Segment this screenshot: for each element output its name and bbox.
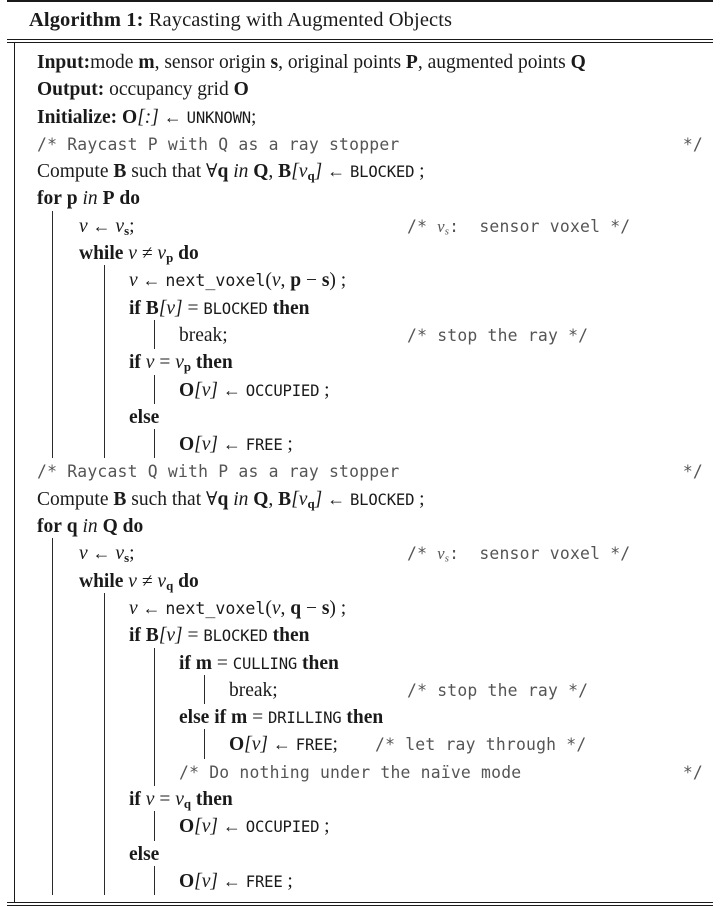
initialize-label: Initialize: — [37, 106, 118, 128]
input-label: Input: — [37, 52, 91, 73]
for-q-line: for q in Q do — [37, 516, 144, 538]
algorithm-title: Raycasting with Augmented Objects — [148, 9, 453, 31]
set-occupied-q-line: O[v] ← OCCUPIED ; — [7, 811, 713, 841]
comment-raycast-p-line: /* Raycast P with Q as a ray stopper */ — [7, 131, 713, 158]
init-semicolon: ; — [250, 106, 257, 128]
input-line: Input:mode m, sensor origin s, original … — [7, 49, 713, 76]
init-value: UNKNOWN — [186, 108, 252, 127]
output-line: Output: occupancy grid O — [7, 76, 713, 103]
comment-raycast-q-text: Raycast Q with P as a ray stopper — [67, 462, 400, 482]
algorithm-label: Algorithm 1: — [29, 9, 144, 31]
compute-b-p-line: Compute B such that ∀q in Q, B[vq] ← BLO… — [37, 161, 425, 184]
input-var-s: s — [270, 52, 279, 73]
if-blocked-p-line: if B[v] = BLOCKED then — [7, 292, 713, 322]
algorithm-box: Algorithm 1: Raycasting with Augmented O… — [7, 0, 713, 906]
comment-raycast-p-text: Raycast P with Q as a ray stopper — [67, 134, 400, 154]
comment-naive-text: Do nothing under the naïve mode — [209, 762, 522, 782]
output-label: Output: — [37, 79, 105, 101]
if-blocked-q-line: if B[v] = BLOCKED then — [7, 620, 713, 650]
compute-b-q-line: Compute B such that ∀q in Q, B[vq] ← BLO… — [37, 488, 425, 511]
if-m-culling-line: if m = CULLING then — [7, 647, 713, 677]
output-var-O: O — [233, 79, 249, 101]
input-var-Q: Q — [570, 52, 586, 73]
next-voxel-q-line: v ← next_voxel(v, q − s) ; — [7, 592, 713, 623]
while-v-neq-vp-line: while v ≠ vp do — [7, 238, 713, 268]
break-q-line: break; /* stop the ray */ — [7, 674, 713, 705]
comment-raycast-q-line: /* Raycast Q with P as a ray stopper */ — [7, 458, 713, 485]
for-p-line: for p in P do — [37, 188, 140, 210]
input-var-P: P — [405, 52, 418, 73]
comment-close-icon: */ — [682, 134, 703, 154]
comment-open-icon-3: /* — [179, 762, 200, 782]
set-free-drilling-line: O[v] ← FREE; /* let ray through */ — [7, 729, 713, 759]
else-if-drilling-line: else if m = DRILLING then — [7, 702, 713, 732]
output-text: occupancy grid — [109, 79, 234, 101]
initialize-line: Initialize: O[:] ← UNKNOWN; — [7, 104, 713, 131]
if-v-eq-vp-line: if v = vp then — [7, 347, 713, 377]
comment-open-icon-2: /* — [37, 462, 58, 482]
algorithm-bottom-rule — [7, 902, 713, 906]
set-free-q-line: O[v] ← FREE ; — [7, 865, 713, 896]
if-v-eq-vq-line: if v = vq then — [7, 784, 713, 814]
init-var-O: O — [122, 106, 138, 128]
input-var-m: m — [138, 52, 155, 73]
comment-close-icon-3: */ — [682, 762, 703, 782]
else-p-line: else — [7, 401, 713, 432]
v-assign-vs-q-line: v ← vs; /* vs: sensor voxel */ — [7, 538, 713, 568]
input-text-4: , augmented points — [417, 52, 571, 73]
algorithm-caption: Algorithm 1: Raycasting with Augmented O… — [7, 2, 713, 39]
comment-open-icon: /* — [37, 134, 58, 154]
comment-close-icon-2: */ — [682, 462, 703, 482]
next-voxel-p-line: v ← next_voxel(v, p − s) ; — [7, 265, 713, 295]
else-q-line: else — [7, 838, 713, 868]
break-p-line: break; /* stop the ray */ — [7, 319, 713, 350]
set-free-p-line: O[v] ← FREE ; — [7, 429, 713, 459]
input-text-2: , sensor origin — [154, 52, 271, 73]
v-assign-vs-p-line: v ← vs; /* vs: sensor voxel */ — [7, 210, 713, 241]
algorithm-body: Input:mode m, sensor origin s, original … — [7, 43, 713, 903]
while-v-neq-vq-line: while v ≠ vq do — [7, 565, 713, 595]
comment-naive-line: /* Do nothing under the naïve mode */ — [7, 756, 713, 787]
init-index: [:] — [137, 106, 159, 128]
set-occupied-p-line: O[v] ← OCCUPIED ; — [7, 374, 713, 404]
input-text-1: mode — [90, 52, 139, 73]
input-text-3: , original points — [278, 52, 406, 73]
init-arrow-icon: ← — [163, 106, 182, 127]
